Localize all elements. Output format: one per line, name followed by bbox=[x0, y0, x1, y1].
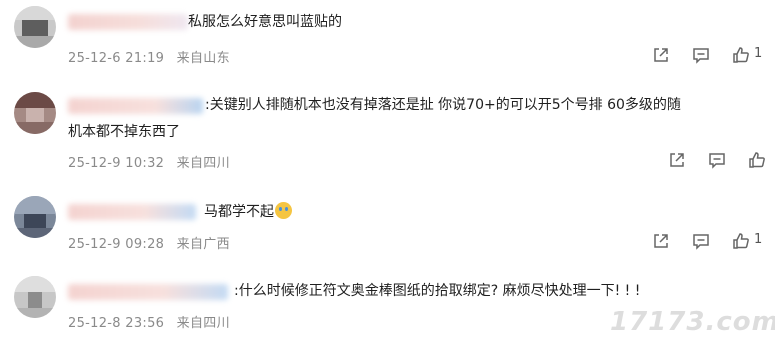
share-button[interactable] bbox=[650, 44, 672, 66]
comment-text-line-2: 机本都不掉东西了 bbox=[68, 124, 180, 140]
like-button[interactable] bbox=[730, 230, 752, 252]
comment-item: :关键别人排随机本也没有掉落还是扯 你说70+的可以开5个号排 60多级的随 机… bbox=[0, 82, 775, 182]
comment-meta: 25-12-6 21:19 来自山东 bbox=[68, 47, 230, 66]
username-blurred[interactable] bbox=[68, 98, 203, 114]
comment-location: 来自四川 bbox=[176, 316, 230, 331]
comment-location: 来自四川 bbox=[176, 156, 230, 171]
comment-text-line-1: :关键别人排随机本也没有掉落还是扯 你说70+的可以开5个号排 60多级的随 bbox=[205, 97, 681, 113]
reply-button[interactable] bbox=[706, 149, 728, 171]
comment-item: 马都学不起 25-12-9 09:28 来自广西 1 bbox=[0, 182, 775, 262]
avatar[interactable] bbox=[14, 6, 56, 48]
username-blurred[interactable] bbox=[68, 284, 228, 300]
comment-meta: 25-12-8 23:56 来自四川 bbox=[68, 312, 230, 331]
comment-icon bbox=[693, 48, 709, 64]
comment-actions bbox=[646, 149, 771, 171]
comment-icon bbox=[693, 234, 709, 250]
site-watermark: 17173.com bbox=[610, 307, 775, 337]
thumbs-up-icon bbox=[733, 233, 749, 249]
comment-location: 来自山东 bbox=[176, 51, 230, 66]
thumbs-up-icon bbox=[749, 152, 765, 168]
fearful-face-emoji bbox=[275, 202, 292, 219]
username-blurred[interactable] bbox=[68, 14, 188, 30]
like-count: 1 bbox=[754, 232, 763, 247]
comment-meta: 25-12-9 10:32 来自四川 bbox=[68, 152, 230, 171]
avatar[interactable] bbox=[14, 276, 56, 318]
username-blurred[interactable] bbox=[68, 204, 196, 220]
avatar[interactable] bbox=[14, 196, 56, 238]
avatar[interactable] bbox=[14, 92, 56, 134]
share-icon bbox=[654, 48, 668, 62]
reply-button[interactable] bbox=[690, 44, 712, 66]
comment-actions: 1 bbox=[646, 230, 771, 252]
like-count: 1 bbox=[754, 46, 763, 61]
comment-date: 25-12-8 23:56 bbox=[68, 316, 165, 331]
thumbs-up-icon bbox=[733, 47, 749, 63]
share-button[interactable] bbox=[666, 149, 688, 171]
comment-text: :什么时候修正符文奥金棒图纸的拾取绑定? 麻烦尽快处理一下! ! ! bbox=[234, 283, 641, 299]
like-button[interactable] bbox=[730, 44, 752, 66]
comment-location: 来自广西 bbox=[176, 237, 230, 252]
comment-meta: 25-12-9 09:28 来自广西 bbox=[68, 233, 230, 252]
comment-text: 马都学不起 bbox=[204, 199, 292, 225]
comment-item: :什么时候修正符文奥金棒图纸的拾取绑定? 麻烦尽快处理一下! ! ! 25-12… bbox=[0, 262, 775, 345]
like-button[interactable] bbox=[746, 149, 768, 171]
comment-date: 25-12-9 10:32 bbox=[68, 156, 165, 171]
share-icon bbox=[670, 153, 684, 167]
share-icon bbox=[654, 234, 668, 248]
comment-date: 25-12-6 21:19 bbox=[68, 51, 165, 66]
comment-item: 私服怎么好意思叫蓝贴的 25-12-6 21:19 来自山东 1 bbox=[0, 0, 775, 82]
reply-button[interactable] bbox=[690, 230, 712, 252]
comment-date: 25-12-9 09:28 bbox=[68, 237, 165, 252]
comment-actions: 1 bbox=[646, 44, 771, 66]
comment-text: 私服怎么好意思叫蓝贴的 bbox=[188, 14, 342, 30]
comment-icon bbox=[709, 153, 725, 169]
share-button[interactable] bbox=[650, 230, 672, 252]
